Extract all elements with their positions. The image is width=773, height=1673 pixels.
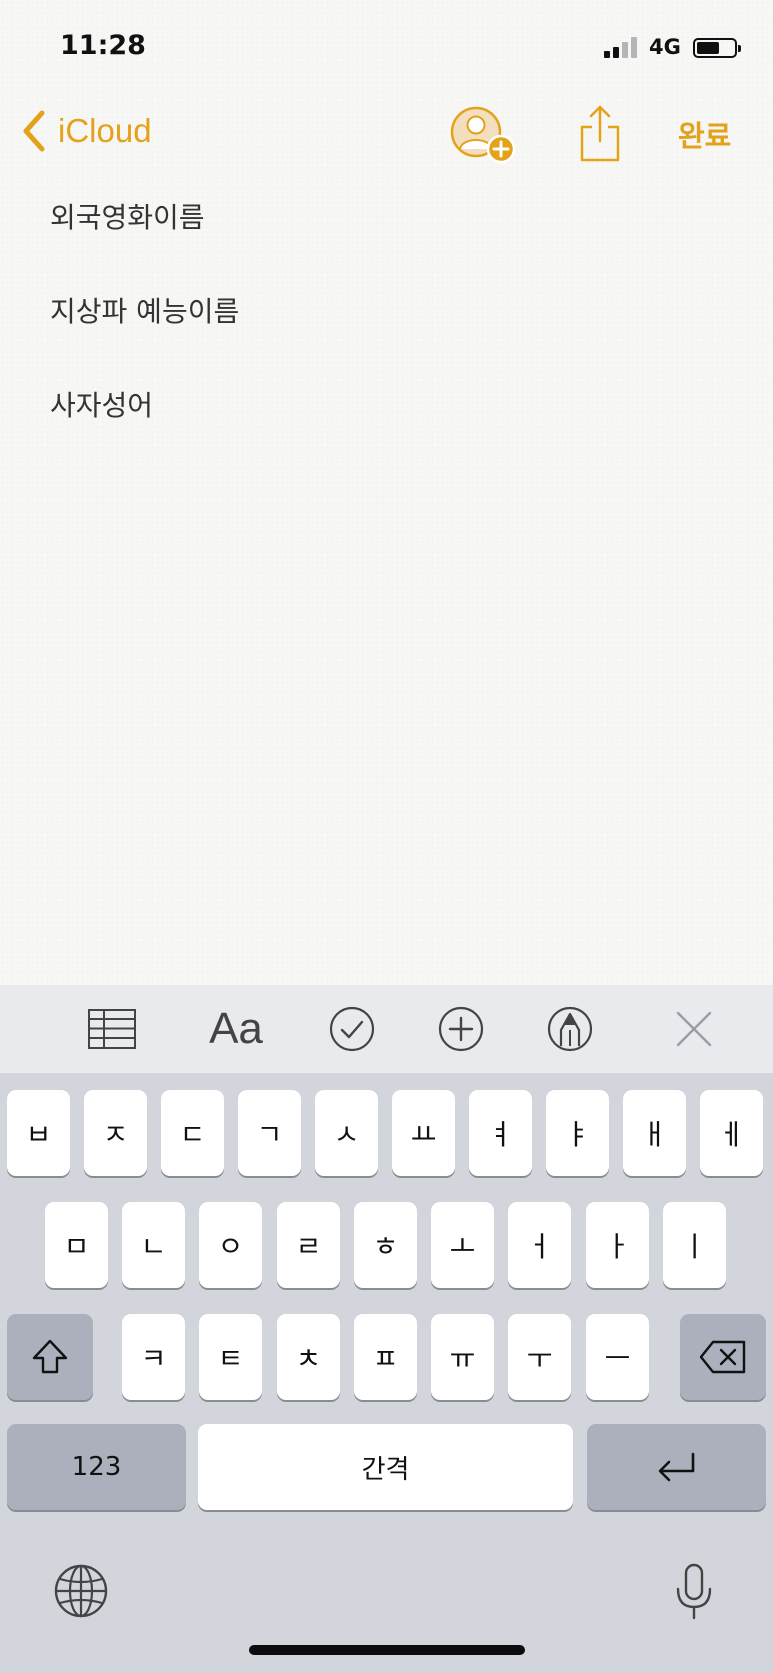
battery-icon bbox=[693, 38, 741, 58]
plus-circle-icon bbox=[438, 1006, 484, 1052]
key[interactable]: ㅅ bbox=[315, 1090, 378, 1176]
space-key[interactable]: 간격 bbox=[198, 1424, 573, 1510]
shift-arrow-icon bbox=[32, 1339, 68, 1374]
done-button[interactable]: 완료 bbox=[678, 113, 731, 155]
key[interactable]: ㅂ bbox=[7, 1090, 70, 1176]
status-bar: 11:28 4G bbox=[0, 0, 773, 95]
back-button[interactable]: iCloud bbox=[20, 109, 152, 153]
return-key[interactable] bbox=[587, 1424, 766, 1510]
navigation-bar: iCloud 완료 bbox=[0, 95, 773, 180]
shift-key[interactable] bbox=[7, 1314, 93, 1400]
add-person-icon bbox=[450, 106, 516, 164]
key[interactable]: ㅜ bbox=[508, 1314, 571, 1400]
checklist-button[interactable] bbox=[328, 999, 376, 1059]
key[interactable]: ㅕ bbox=[469, 1090, 532, 1176]
close-icon bbox=[676, 1011, 712, 1047]
key[interactable]: ㅡ bbox=[586, 1314, 649, 1400]
key[interactable]: ㅊ bbox=[277, 1314, 340, 1400]
cellular-signal-icon bbox=[604, 36, 644, 58]
key[interactable]: ㅐ bbox=[623, 1090, 686, 1176]
note-line[interactable]: 사자성어 bbox=[50, 384, 730, 478]
back-button-label: iCloud bbox=[58, 112, 152, 149]
insert-button[interactable] bbox=[437, 999, 485, 1059]
microphone-icon bbox=[676, 1563, 712, 1620]
backspace-icon bbox=[699, 1340, 746, 1374]
key[interactable]: ㅓ bbox=[508, 1202, 571, 1288]
key[interactable]: ㅑ bbox=[546, 1090, 609, 1176]
key[interactable]: ㄴ bbox=[122, 1202, 185, 1288]
key[interactable]: ㅁ bbox=[45, 1202, 108, 1288]
key[interactable]: ㅠ bbox=[431, 1314, 494, 1400]
key[interactable]: ㅛ bbox=[392, 1090, 455, 1176]
text-format-button[interactable]: Aa bbox=[204, 999, 268, 1059]
table-icon bbox=[88, 1009, 136, 1049]
dictation-button[interactable] bbox=[674, 1563, 714, 1621]
note-editor[interactable]: 외국영화이름 지상파 예능이름 사자성어 bbox=[50, 196, 730, 478]
markup-button[interactable] bbox=[546, 999, 594, 1059]
key[interactable]: ㄷ bbox=[161, 1090, 224, 1176]
key[interactable]: ㅣ bbox=[663, 1202, 726, 1288]
key[interactable]: ㅈ bbox=[84, 1090, 147, 1176]
network-type: 4G bbox=[649, 35, 681, 59]
share-button[interactable] bbox=[578, 103, 622, 163]
home-indicator[interactable] bbox=[249, 1645, 525, 1655]
checkmark-circle-icon bbox=[329, 1006, 375, 1052]
table-button[interactable] bbox=[86, 999, 138, 1059]
note-line[interactable]: 지상파 예능이름 bbox=[50, 290, 730, 384]
close-keyboard-button[interactable] bbox=[672, 999, 716, 1059]
note-line[interactable]: 외국영화이름 bbox=[50, 196, 730, 290]
key[interactable]: ㅎ bbox=[354, 1202, 417, 1288]
markup-pen-icon bbox=[547, 1006, 593, 1052]
return-arrow-icon bbox=[658, 1452, 694, 1482]
add-people-button[interactable] bbox=[449, 105, 519, 167]
key[interactable]: ㅌ bbox=[199, 1314, 262, 1400]
chevron-left-icon bbox=[23, 110, 45, 152]
delete-key[interactable] bbox=[680, 1314, 766, 1400]
key[interactable]: ㄹ bbox=[277, 1202, 340, 1288]
keyboard: Aa ㅂ ㅈ ㄷ ㄱ ㅅ ㅛ ㅕ ㅑ ㅐ ㅔ ㅁ ㄴ ㅇ ㄹ ㅎ ㅗ ㅓ ㅏ ㅣ… bbox=[0, 985, 773, 1673]
key[interactable]: ㄱ bbox=[238, 1090, 301, 1176]
key[interactable]: ㅏ bbox=[586, 1202, 649, 1288]
key[interactable]: ㅇ bbox=[199, 1202, 262, 1288]
key[interactable]: ㅍ bbox=[354, 1314, 417, 1400]
globe-icon bbox=[54, 1564, 108, 1618]
numbers-key[interactable]: 123 bbox=[7, 1424, 186, 1510]
keyboard-toolbar: Aa bbox=[0, 985, 773, 1073]
key[interactable]: ㅗ bbox=[431, 1202, 494, 1288]
globe-button[interactable] bbox=[53, 1563, 109, 1619]
key[interactable]: ㅔ bbox=[700, 1090, 763, 1176]
share-icon bbox=[580, 105, 620, 162]
key[interactable]: ㅋ bbox=[122, 1314, 185, 1400]
status-time: 11:28 bbox=[60, 30, 146, 61]
